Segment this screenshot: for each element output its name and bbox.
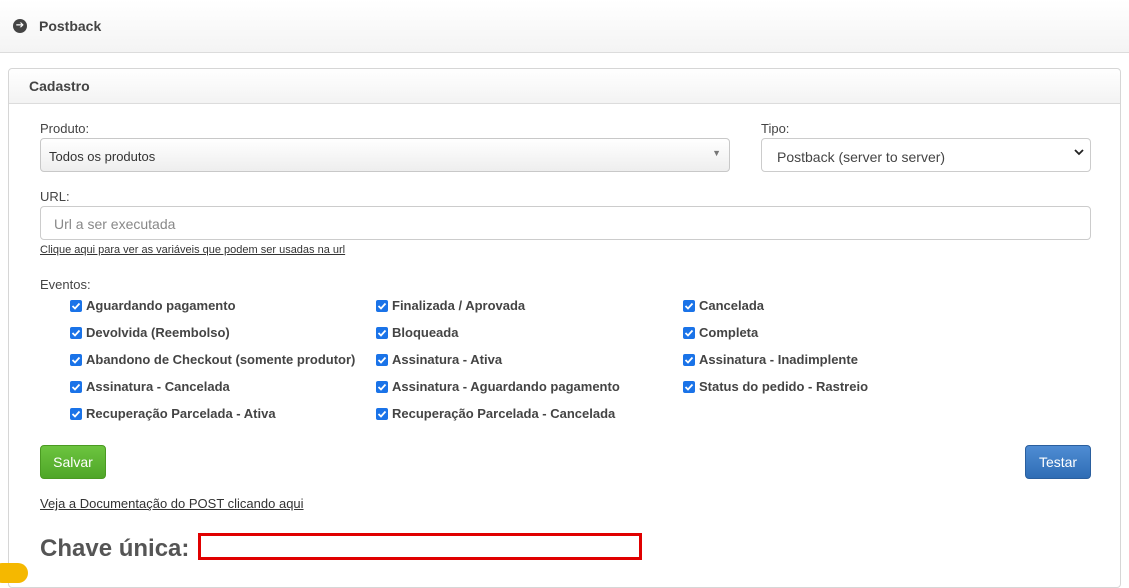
checkbox-checked-icon[interactable]: [683, 326, 695, 339]
event-checkbox-recuperacao-cancelada[interactable]: Recuperação Parcelada - Cancelada: [376, 406, 615, 421]
caret-down-icon: ▼: [712, 148, 721, 158]
cadastro-panel: Cadastro Produto: Todos os produtos ▼ Ti…: [8, 68, 1121, 588]
url-input[interactable]: Url a ser executada: [40, 206, 1091, 240]
page-header: ➔ Postback: [0, 0, 1129, 53]
event-label: Finalizada / Aprovada: [392, 298, 526, 313]
url-label: URL:: [40, 189, 70, 204]
checkbox-checked-icon[interactable]: [70, 299, 82, 312]
chave-unica-value-redacted: [198, 533, 642, 560]
event-label: Status do pedido - Rastreio: [699, 379, 869, 394]
event-checkbox-assinatura-cancelada[interactable]: Assinatura - Cancelada: [70, 379, 230, 394]
tipo-select[interactable]: Postback (server to server): [761, 138, 1091, 172]
tipo-select-value: Postback (server to server): [777, 149, 946, 165]
event-checkbox-assinatura-ativa[interactable]: Assinatura - Ativa: [376, 352, 502, 367]
event-checkbox-assinatura-aguardando[interactable]: Assinatura - Aguardando pagamento: [376, 379, 620, 394]
url-variables-link[interactable]: Clique aqui para ver as variáveis que po…: [40, 244, 345, 256]
panel-title: Cadastro: [9, 69, 1120, 104]
event-label: Bloqueada: [392, 325, 459, 340]
event-label: Recuperação Parcelada - Ativa: [86, 406, 276, 421]
floating-widget-tab[interactable]: [0, 563, 28, 583]
checkbox-checked-icon[interactable]: [70, 353, 82, 366]
checkbox-checked-icon[interactable]: [376, 299, 388, 312]
checkbox-checked-icon[interactable]: [70, 407, 82, 420]
event-checkbox-finalizada-aprovada[interactable]: Finalizada / Aprovada: [376, 298, 525, 313]
chave-unica-label: Chave única:: [40, 535, 190, 562]
event-label: Assinatura - Cancelada: [86, 379, 230, 394]
checkbox-checked-icon[interactable]: [376, 380, 388, 393]
test-button[interactable]: Testar: [1025, 445, 1091, 479]
event-label: Assinatura - Aguardando pagamento: [392, 379, 620, 394]
checkbox-checked-icon[interactable]: [376, 326, 388, 339]
event-checkbox-abandono-checkout[interactable]: Abandono de Checkout (somente produtor): [70, 352, 355, 367]
eventos-label: Eventos:: [40, 277, 91, 292]
event-checkbox-aguardando-pagamento[interactable]: Aguardando pagamento: [70, 298, 236, 313]
event-checkbox-bloqueada[interactable]: Bloqueada: [376, 325, 458, 340]
produto-select-value: Todos os produtos: [49, 149, 156, 164]
event-label: Abandono de Checkout (somente produtor): [86, 352, 356, 367]
event-checkbox-status-rastreio[interactable]: Status do pedido - Rastreio: [683, 379, 868, 394]
checkbox-checked-icon[interactable]: [683, 380, 695, 393]
checkbox-checked-icon[interactable]: [70, 326, 82, 339]
checkbox-checked-icon[interactable]: [376, 353, 388, 366]
produto-label: Produto:: [40, 121, 90, 136]
checkbox-checked-icon[interactable]: [70, 380, 82, 393]
url-input-placeholder: Url a ser executada: [54, 216, 176, 232]
post-documentation-link[interactable]: Veja a Documentação do POST clicando aqu…: [40, 496, 304, 511]
save-button[interactable]: Salvar: [40, 445, 106, 479]
checkbox-checked-icon[interactable]: [683, 353, 695, 366]
checkbox-checked-icon[interactable]: [376, 407, 388, 420]
event-checkbox-cancelada[interactable]: Cancelada: [683, 298, 764, 313]
produto-select[interactable]: Todos os produtos ▼: [40, 138, 730, 172]
event-label: Devolvida (Reembolso): [86, 325, 230, 340]
tipo-label: Tipo:: [761, 121, 790, 136]
event-checkbox-devolvida[interactable]: Devolvida (Reembolso): [70, 325, 230, 340]
event-label: Completa: [699, 325, 759, 340]
page-title: Postback: [39, 18, 102, 34]
event-label: Aguardando pagamento: [86, 298, 236, 313]
event-label: Assinatura - Inadimplente: [699, 352, 858, 367]
event-label: Recuperação Parcelada - Cancelada: [392, 406, 616, 421]
event-checkbox-assinatura-inadimplente[interactable]: Assinatura - Inadimplente: [683, 352, 858, 367]
arrow-circle-right-icon: ➔: [13, 19, 27, 33]
checkbox-checked-icon[interactable]: [683, 299, 695, 312]
event-checkbox-recuperacao-ativa[interactable]: Recuperação Parcelada - Ativa: [70, 406, 276, 421]
event-checkbox-completa[interactable]: Completa: [683, 325, 758, 340]
event-label: Assinatura - Ativa: [392, 352, 503, 367]
chevron-down-icon: [1074, 149, 1084, 156]
event-label: Cancelada: [699, 298, 765, 313]
